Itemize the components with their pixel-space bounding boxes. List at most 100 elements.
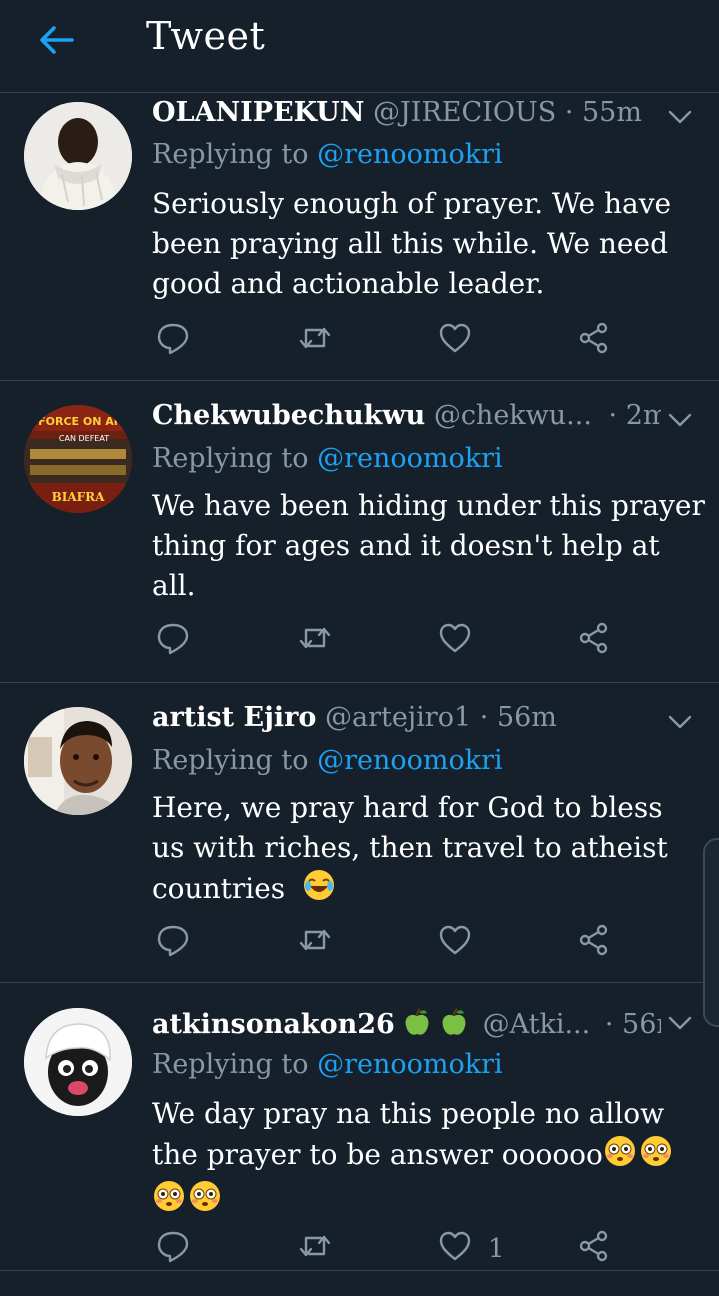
like-button[interactable] (438, 621, 482, 661)
avatar-caption: BIAFRA (52, 490, 106, 504)
tweet-text-line: We have been hiding under this prayer (152, 489, 705, 522)
replying-to: Replying to @renoomokri (152, 1049, 503, 1080)
replying-to: Replying to @renoomokri (152, 443, 503, 474)
tweet-text: Here, we pray hard for God to bless us w… (152, 788, 707, 913)
user-handle[interactable]: @Atki... (483, 1009, 591, 1040)
retweet-icon (297, 321, 333, 362)
replying-to-label: Replying to (152, 1049, 309, 1080)
replying-to: Replying to @renoomokri (152, 139, 503, 170)
tweet-text-line (152, 1179, 707, 1224)
share-button[interactable] (578, 923, 610, 963)
timestamp: 56m (496, 702, 557, 733)
tweet-text-line: Here, we pray hard for God to bless (152, 791, 663, 824)
tweet-text-line: We day pray na this people no allow (152, 1097, 665, 1130)
avatar[interactable] (24, 1008, 132, 1116)
user-handle[interactable]: @JIRECIOUS (373, 97, 556, 128)
tweet-actions (152, 321, 632, 361)
scrollbar-handle[interactable] (703, 838, 719, 1027)
share-button[interactable] (578, 321, 610, 361)
flushed-emoji (188, 1179, 222, 1224)
retweet-icon (297, 621, 333, 662)
green-apple-emoji (440, 1007, 468, 1043)
user-handle[interactable]: @chekwu... (434, 400, 592, 431)
tweet-text-line: been praying all this while. We need (152, 227, 668, 260)
tweet-text-line: Seriously enough of prayer. We have (152, 187, 672, 220)
avatar-caption: CAN DEFEAT (59, 434, 109, 443)
like-icon (438, 622, 472, 661)
timestamp: 55m (582, 97, 642, 128)
timestamp: 56m (622, 1009, 661, 1040)
chevron-down-icon[interactable] (667, 411, 693, 429)
share-button[interactable] (578, 1229, 610, 1269)
avatar[interactable] (24, 102, 132, 210)
retweet-button[interactable] (297, 321, 333, 361)
like-icon (438, 322, 472, 361)
tweet-text-line: the prayer to be answer oooooo (152, 1134, 707, 1179)
replying-to-label: Replying to (152, 745, 309, 776)
tweet-header: Chekwubechukwu @chekwu... · 2m (152, 400, 661, 436)
reply-button[interactable] (156, 621, 190, 661)
mention-link[interactable]: @renoomokri (317, 443, 503, 474)
like-button[interactable] (438, 923, 482, 963)
share-icon (578, 622, 610, 661)
share-icon (578, 322, 610, 361)
mention-link[interactable]: @renoomokri (317, 1049, 503, 1080)
top-bar: Tweet (0, 0, 719, 93)
chevron-down-icon[interactable] (667, 713, 693, 731)
chevron-down-icon[interactable] (667, 108, 693, 126)
display-name[interactable]: artist Ejiro (152, 702, 316, 733)
flushed-emoji (152, 1179, 186, 1224)
replying-to-label: Replying to (152, 139, 309, 170)
user-handle[interactable]: @artejiro1 (325, 702, 471, 733)
page-title: Tweet (146, 14, 266, 58)
tweet-text: We have been hiding under this prayer th… (152, 486, 707, 606)
green-apple-emoji (403, 1007, 431, 1043)
avatar[interactable] (24, 707, 132, 815)
like-icon (438, 924, 472, 963)
reply-button[interactable] (156, 1229, 190, 1269)
reply-icon (156, 321, 190, 362)
flushed-emoji (603, 1134, 637, 1179)
mention-link[interactable]: @renoomokri (317, 745, 503, 776)
display-name[interactable]: atkinsonakon26 (152, 1009, 395, 1040)
retweet-icon (297, 923, 333, 964)
display-name[interactable]: Chekwubechukwu (152, 400, 425, 431)
retweet-button[interactable] (297, 923, 333, 963)
tweet-text-segment: the prayer to be answer oooooo (152, 1138, 603, 1171)
tweet-header: atkinsonakon26 @Atki... · 56m (152, 1007, 661, 1043)
reply-button[interactable] (156, 321, 190, 361)
retweet-icon (297, 1229, 333, 1270)
like-button[interactable]: 1 (438, 1229, 505, 1269)
tweet-item[interactable]: atkinsonakon26 @Atki... · 56m Replying t… (0, 983, 719, 1271)
tweet-item[interactable]: artist Ejiro @artejiro1 · 56m Replying t… (0, 683, 719, 983)
separator-dot: · (608, 400, 618, 431)
retweet-button[interactable] (297, 1229, 333, 1269)
reply-icon (156, 923, 190, 964)
replying-to: Replying to @renoomokri (152, 745, 503, 776)
tweet-item[interactable]: FORCE ON AI CAN DEFEAT BIAFRA Chekwubech… (0, 381, 719, 683)
tweet-text: We day pray na this people no allow the … (152, 1094, 707, 1224)
tweet-text-line: us with riches, then travel to atheist (152, 831, 668, 864)
separator-dot: · (564, 97, 574, 128)
chevron-down-icon[interactable] (667, 1014, 693, 1032)
share-icon (578, 924, 610, 963)
like-icon (438, 1230, 472, 1269)
tweet-text: Seriously enough of prayer. We have been… (152, 184, 707, 304)
tweet-text-segment: countries (152, 872, 286, 905)
share-button[interactable] (578, 621, 610, 661)
laughing-emoji (302, 868, 336, 913)
tweet-actions: 1 (152, 1229, 632, 1269)
avatar[interactable]: FORCE ON AI CAN DEFEAT BIAFRA (24, 405, 132, 513)
timestamp: 2m (625, 400, 661, 431)
retweet-button[interactable] (297, 621, 333, 661)
tweet-text-line: good and actionable leader. (152, 267, 545, 300)
tweet-header: OLANIPEKUN @JIRECIOUS · 55m (152, 97, 661, 133)
tweet-item[interactable]: OLANIPEKUN @JIRECIOUS · 55m Replying to … (0, 93, 719, 381)
replying-to-label: Replying to (152, 443, 309, 474)
like-button[interactable] (438, 321, 482, 361)
back-arrow-icon[interactable] (34, 20, 78, 60)
mention-link[interactable]: @renoomokri (317, 139, 503, 170)
reply-icon (156, 621, 190, 662)
display-name[interactable]: OLANIPEKUN (152, 97, 364, 128)
reply-button[interactable] (156, 923, 190, 963)
